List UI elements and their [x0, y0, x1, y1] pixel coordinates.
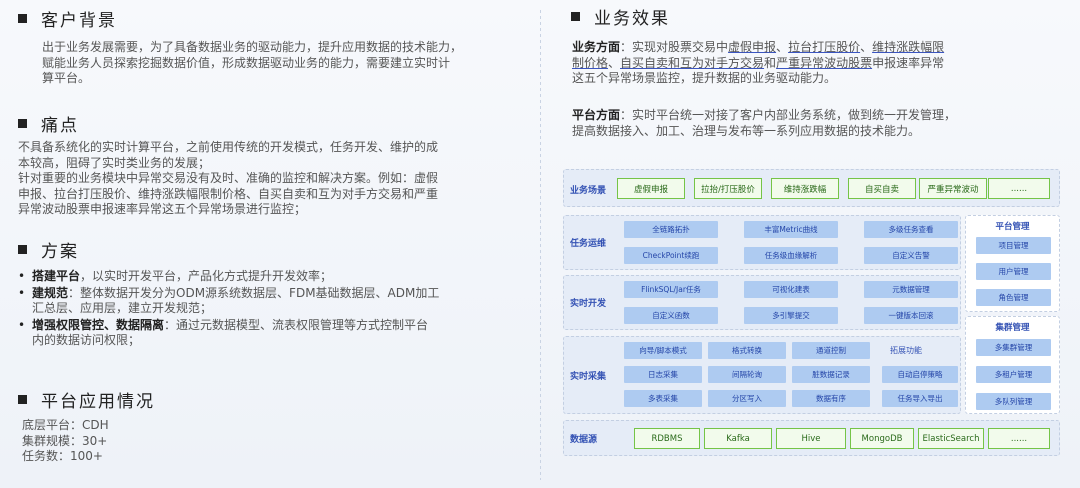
platform-mgmt-box: 用户管理 [976, 263, 1051, 280]
square-bullet-icon [571, 12, 580, 21]
collect-box: 分区写入 [708, 390, 786, 407]
ops-box: CheckPoint续跑 [624, 247, 718, 264]
scene-box: 维持涨跌幅 [771, 178, 839, 199]
collect-box: 日志采集 [624, 366, 702, 383]
cluster-mgmt-box: 多集群管理 [976, 339, 1051, 356]
source-box: MongoDB [850, 428, 914, 449]
ops-box: 多级任务查看 [864, 221, 958, 238]
collect-box: 脏数据记录 [792, 366, 870, 383]
scene-box: 拉抬/打压股价 [694, 178, 762, 199]
ops-box: 任务级血缘解析 [744, 247, 838, 264]
collect-box: 通道控制 [792, 342, 870, 359]
scene-box: 自买自卖 [848, 178, 916, 199]
business-effect-paragraph: 业务方面：实现对股票交易中虚假申报、拉台打压股价、维持涨跌幅限 制价格、自买自卖… [572, 40, 945, 85]
source-box: ElasticSearch [918, 428, 984, 449]
section-title-usage: 平台应用情况 [18, 387, 155, 412]
square-bullet-icon [18, 395, 27, 404]
ops-box: 自定义告警 [864, 247, 958, 264]
column-divider [540, 10, 541, 480]
usage-paragraph: 底层平台：CDH 集群规模：30+ 任务数：100+ [22, 418, 109, 463]
cluster-management-panel: 集群管理 多集群管理 多租户管理 多队列管理 [965, 316, 1060, 414]
collect-box: 数据有序 [792, 390, 870, 407]
cluster-mgmt-box: 多队列管理 [976, 393, 1051, 410]
scene-box: 虚假申报 [617, 178, 685, 199]
band-realtime-dev: 实时开发 FlinkSQL/Jar任务 可视化建表 元数据管理 自定义函数 多引… [563, 275, 961, 330]
collect-box: 向导/脚本模式 [624, 342, 702, 359]
ext-box: 自动启停策略 [882, 366, 958, 383]
extension-label: 拓展功能 [890, 346, 922, 355]
dev-box: 元数据管理 [864, 281, 958, 298]
plan-list: 搭建平台，以实时开发平台，产品化方式提升开发效率； 建规范：整体数据开发分为OD… [18, 269, 528, 350]
section-title-effect: 业务效果 [571, 4, 670, 29]
source-box: ...... [988, 428, 1050, 449]
square-bullet-icon [18, 119, 27, 128]
band-business-scenes: 业务场景 虚假申报 拉抬/打压股价 维持涨跌幅 自买自卖 严重异常波动 ....… [563, 169, 1060, 207]
cluster-mgmt-box: 多租户管理 [976, 366, 1051, 383]
platform-mgmt-box: 角色管理 [976, 289, 1051, 306]
source-box: Hive [776, 428, 846, 449]
band-task-ops: 任务运维 全链路拓扑 丰富Metric曲线 多级任务查看 CheckPoint续… [563, 215, 961, 270]
platform-mgmt-box: 项目管理 [976, 237, 1051, 254]
band-data-sources: 数据源 RDBMS Kafka Hive MongoDB ElasticSear… [563, 420, 1060, 456]
square-bullet-icon [18, 14, 27, 23]
dev-box: FlinkSQL/Jar任务 [624, 281, 718, 298]
plan-item: 搭建平台，以实时开发平台，产品化方式提升开发效率； [18, 269, 528, 285]
scene-box: ...... [988, 178, 1050, 199]
source-box: RDBMS [634, 428, 700, 449]
ops-box: 全链路拓扑 [624, 221, 718, 238]
ops-box: 丰富Metric曲线 [744, 221, 838, 238]
collect-box: 格式转换 [708, 342, 786, 359]
architecture-diagram: 业务场景 虚假申报 拉抬/打压股价 维持涨跌幅 自买自卖 严重异常波动 ....… [563, 163, 1063, 460]
section-title-background: 客户背景 [18, 6, 117, 31]
platform-management-panel: 平台管理 项目管理 用户管理 角色管理 [965, 215, 1060, 312]
dev-box: 多引擎提交 [744, 307, 838, 324]
ext-box: 任务导入导出 [882, 390, 958, 407]
platform-effect-paragraph: 平台方面：实时平台统一对接了客户内部业务系统，做到统一开发管理， 提高数据接入、… [572, 108, 957, 138]
plan-item: 增强权限管控、数据隔离：通过元数据模型、流表权限管理等方式控制平台内的数据访问权… [18, 318, 528, 349]
dev-box: 自定义函数 [624, 307, 718, 324]
pain-paragraph: 不具备系统化的实时计算平台，之前使用传统的开发模式，任务开发、维护的成 本较高，… [18, 140, 439, 216]
source-box: Kafka [704, 428, 772, 449]
collect-box: 多表采集 [624, 390, 702, 407]
dev-box: 可视化建表 [744, 281, 838, 298]
section-title-pain: 痛点 [18, 111, 79, 136]
square-bullet-icon [18, 245, 27, 254]
plan-item: 建规范：整体数据开发分为ODM源系统数据层、FDM基础数据层、ADM加工汇总层、… [18, 286, 528, 317]
background-paragraph: 出于业务发展需要，为了具备数据业务的驱动能力，提升应用数据的技术能力， 赋能业务… [42, 40, 463, 85]
scene-box: 严重异常波动 [919, 178, 987, 199]
band-realtime-collect: 实时采集 向导/脚本模式 格式转换 通道控制 日志采集 间隔轮询 脏数据记录 多… [563, 336, 961, 414]
collect-box: 间隔轮询 [708, 366, 786, 383]
section-title-plan: 方案 [18, 237, 79, 262]
dev-box: 一键版本回滚 [864, 307, 958, 324]
